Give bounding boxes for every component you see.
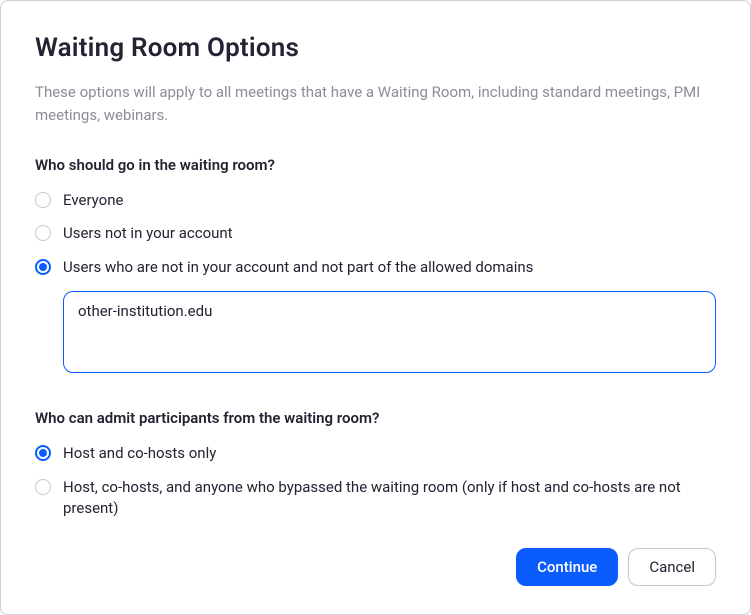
radio-icon: [35, 445, 51, 461]
radio-option-bypassed[interactable]: Host, co-hosts, and anyone who bypassed …: [35, 477, 716, 521]
continue-button[interactable]: Continue: [516, 548, 618, 586]
radio-option-everyone[interactable]: Everyone: [35, 190, 716, 212]
domain-textarea-wrap: [63, 291, 716, 377]
who-should-go-heading: Who should go in the waiting room?: [35, 156, 716, 174]
radio-icon: [35, 259, 51, 275]
who-can-admit-heading: Who can admit participants from the wait…: [35, 409, 716, 427]
radio-icon: [35, 192, 51, 208]
radio-label: Host and co-hosts only: [63, 443, 216, 465]
radio-label: Users who are not in your account and no…: [63, 257, 533, 279]
radio-option-not-in-account[interactable]: Users not in your account: [35, 223, 716, 245]
radio-label: Host, co-hosts, and anyone who bypassed …: [63, 477, 716, 521]
radio-label: Everyone: [63, 190, 123, 212]
radio-icon: [35, 479, 51, 495]
radio-option-not-in-account-domains[interactable]: Users who are not in your account and no…: [35, 257, 716, 279]
radio-icon: [35, 225, 51, 241]
waiting-room-options-dialog: Waiting Room Options These options will …: [0, 0, 751, 615]
radio-label: Users not in your account: [63, 223, 233, 245]
who-should-go-group: Everyone Users not in your account Users…: [35, 190, 716, 381]
dialog-title: Waiting Room Options: [35, 33, 716, 63]
who-can-admit-group: Host and co-hosts only Host, co-hosts, a…: [35, 443, 716, 520]
allowed-domains-input[interactable]: [63, 291, 716, 373]
cancel-button[interactable]: Cancel: [628, 548, 716, 586]
radio-option-host-cohosts-only[interactable]: Host and co-hosts only: [35, 443, 716, 465]
dialog-footer: Continue Cancel: [35, 548, 716, 586]
dialog-description: These options will apply to all meetings…: [35, 81, 716, 128]
